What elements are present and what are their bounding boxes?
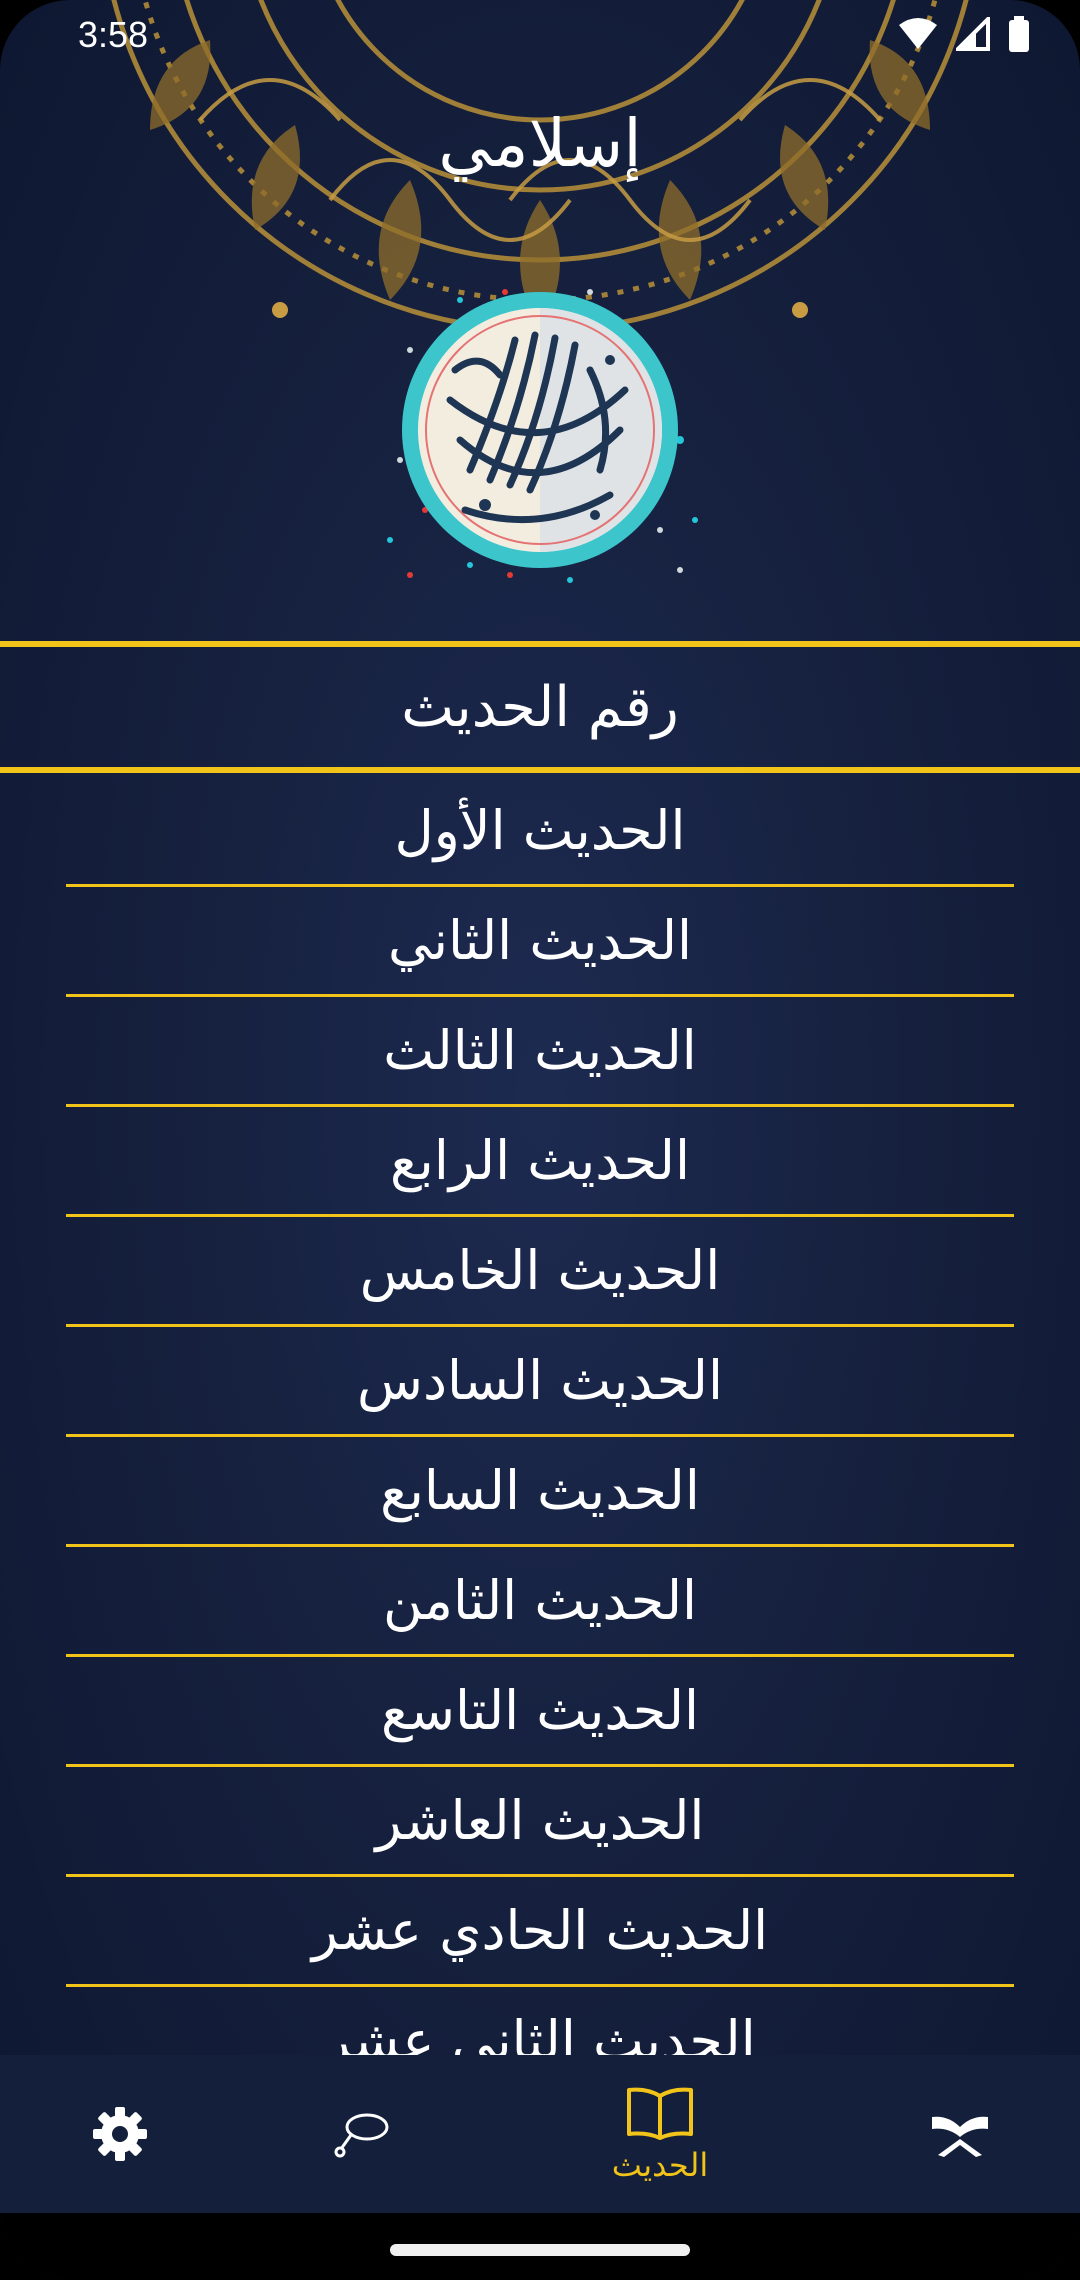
hadith-label: الحديث العاشر <box>375 1789 705 1852</box>
list-item[interactable]: الحديث التاسع <box>66 1657 1014 1767</box>
section-title: رقم الحديث <box>401 674 679 740</box>
hadith-list[interactable]: الحديث الأول الحديث الثاني الحديث الثالث… <box>0 777 1080 2055</box>
home-gesture-bar[interactable] <box>390 2244 690 2256</box>
wifi-icon <box>899 18 937 49</box>
list-item[interactable]: الحديث السادس <box>66 1327 1014 1437</box>
nav-item-tasbeeh[interactable] <box>262 2055 462 2213</box>
quran-icon <box>932 2116 988 2157</box>
hadith-label: الحديث السادس <box>357 1349 723 1412</box>
list-item[interactable]: الحديث الثاني عشر <box>66 1987 1014 2055</box>
list-item[interactable]: الحديث الثامن <box>66 1547 1014 1657</box>
nav-label-hadith: الحديث <box>611 2146 709 2184</box>
hadith-label: الحديث الثاني عشر <box>324 2009 756 2055</box>
hadith-label: الحديث الرابع <box>390 1129 690 1192</box>
basmala-emblem <box>387 289 698 583</box>
hadith-label: الحديث الأول <box>394 799 686 862</box>
list-item[interactable]: الحديث الرابع <box>66 1107 1014 1217</box>
status-bar: 3:58 <box>0 0 1080 70</box>
status-icons <box>898 16 1030 52</box>
app-title: إسلامي <box>438 105 642 182</box>
list-item[interactable]: الحديث الثالث <box>66 997 1014 1107</box>
hadith-label: الحديث الخامس <box>359 1239 721 1302</box>
bottom-nav: الحديث <box>0 2055 1080 2213</box>
nav-item-hadith[interactable]: الحديث <box>560 2055 760 2213</box>
signal-icon <box>956 17 990 51</box>
list-item[interactable]: الحديث العاشر <box>66 1767 1014 1877</box>
list-item[interactable]: الحديث الخامس <box>66 1217 1014 1327</box>
screen: 3:58 إسلامي رقم الحديث الحديث الأول الحد… <box>0 0 1080 2280</box>
battery-icon <box>1009 16 1029 52</box>
hadith-label: الحديث الثالث <box>383 1019 697 1082</box>
list-item[interactable]: الحديث الحادي عشر <box>66 1877 1014 1987</box>
status-time: 3:58 <box>78 14 149 55</box>
section-header: رقم الحديث <box>0 641 1080 773</box>
nav-item-quran[interactable] <box>860 2055 1060 2213</box>
list-item[interactable]: الحديث الأول <box>66 777 1014 887</box>
hadith-label: الحديث الحادي عشر <box>311 1899 769 1962</box>
list-item[interactable]: الحديث الثاني <box>66 887 1014 997</box>
hadith-label: الحديث التاسع <box>380 1679 700 1742</box>
gear-icon <box>93 2107 147 2161</box>
tasbeeh-icon <box>334 2113 389 2158</box>
hadith-label: الحديث الثاني <box>387 909 693 972</box>
hadith-label: الحديث الثامن <box>382 1569 698 1632</box>
hadith-label: الحديث السابع <box>380 1459 700 1522</box>
nav-item-settings[interactable] <box>20 2055 220 2213</box>
book-icon <box>627 2087 693 2140</box>
gesture-area <box>0 2213 1080 2280</box>
list-item[interactable]: الحديث السابع <box>66 1437 1014 1547</box>
header: إسلامي <box>0 0 1080 640</box>
